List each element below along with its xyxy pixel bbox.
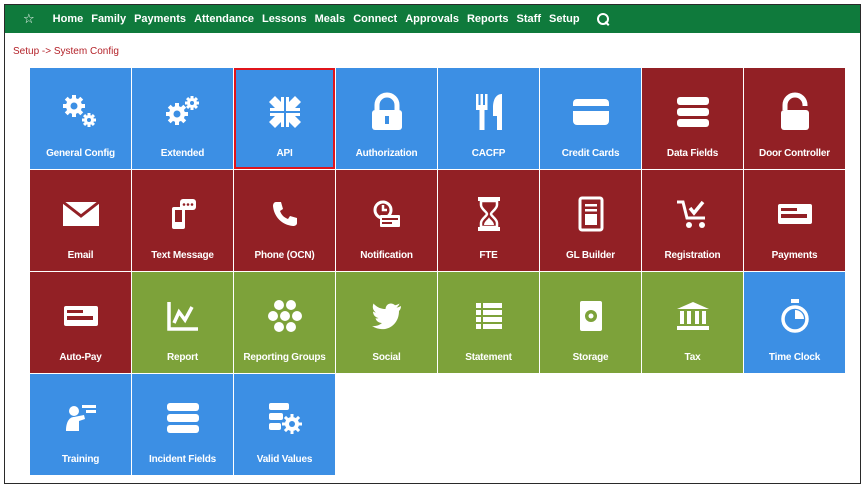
tile-label: Credit Cards — [561, 148, 620, 159]
config-tile-grid: General Config Extended API Authorizatio… — [30, 68, 845, 475]
tile-storage[interactable]: Storage — [540, 272, 641, 373]
tile-label: Registration — [664, 250, 721, 261]
utensils-icon — [459, 90, 519, 134]
tile-label: Social — [372, 352, 401, 363]
bars-icon — [153, 396, 213, 440]
tile-label: Door Controller — [759, 148, 830, 159]
tile-registration[interactable]: Registration — [642, 170, 743, 271]
notification-icon — [357, 192, 417, 236]
envelope-icon — [51, 192, 111, 236]
tile-social[interactable]: Social — [336, 272, 437, 373]
tile-label: General Config — [46, 148, 115, 159]
nav-setup[interactable]: Setup — [549, 13, 580, 25]
nav-reports[interactable]: Reports — [467, 13, 509, 25]
tile-label: Valid Values — [256, 454, 313, 465]
list-gear-icon — [255, 396, 315, 440]
tile-extended[interactable]: Extended — [132, 68, 233, 169]
stopwatch-icon — [765, 294, 825, 338]
tile-label: Notification — [360, 250, 413, 261]
gears-icon — [153, 90, 213, 134]
tile-label: Phone (OCN) — [254, 250, 315, 261]
tile-label: Reporting Groups — [243, 352, 326, 363]
tile-label: Time Clock — [768, 352, 821, 363]
tile-valid-values[interactable]: Valid Values — [234, 374, 335, 475]
tile-training[interactable]: Training — [30, 374, 131, 475]
lock-icon — [357, 90, 417, 134]
tile-incident-fields[interactable]: Incident Fields — [132, 374, 233, 475]
tile-label: Extended — [160, 148, 205, 159]
nav-home[interactable]: Home — [53, 13, 84, 25]
nav-approvals[interactable]: Approvals — [405, 13, 459, 25]
tile-label: API — [276, 148, 293, 159]
nav-connect[interactable]: Connect — [353, 13, 397, 25]
tile-label: Payments — [771, 250, 818, 261]
tile-tax[interactable]: Tax — [642, 272, 743, 373]
tile-label: Tax — [684, 352, 701, 363]
tile-label: Text Message — [151, 250, 214, 261]
tile-email[interactable]: Email — [30, 170, 131, 271]
tile-auto-pay[interactable]: Auto-Pay — [30, 272, 131, 373]
tile-label: Storage — [572, 352, 609, 363]
breadcrumb-text[interactable]: Setup -> System Config — [13, 46, 119, 57]
credit-card-icon — [561, 90, 621, 134]
bars-icon — [663, 90, 723, 134]
gears-icon — [51, 90, 111, 134]
tile-notification[interactable]: Notification — [336, 170, 437, 271]
compress-icon — [255, 90, 315, 134]
tile-text-message[interactable]: Text Message — [132, 170, 233, 271]
tile-data-fields[interactable]: Data Fields — [642, 68, 743, 169]
search-icon[interactable] — [596, 12, 610, 26]
twitter-icon — [357, 294, 417, 338]
tile-payments[interactable]: Payments — [744, 170, 845, 271]
tile-label: FTE — [479, 250, 498, 261]
trainer-icon — [51, 396, 111, 440]
tile-reporting-groups[interactable]: Reporting Groups — [234, 272, 335, 373]
nav-staff[interactable]: Staff — [517, 13, 541, 25]
unlock-icon — [765, 90, 825, 134]
hourglass-icon — [459, 192, 519, 236]
tile-label: Auto-Pay — [59, 352, 102, 363]
tile-general-config[interactable]: General Config — [30, 68, 131, 169]
hdd-icon — [561, 294, 621, 338]
hexagons-icon — [255, 294, 315, 338]
money-bill-icon — [765, 192, 825, 236]
tile-label: Data Fields — [666, 148, 719, 159]
tile-label: Incident Fields — [148, 454, 216, 465]
nav-payments[interactable]: Payments — [134, 13, 186, 25]
tile-label: Statement — [465, 352, 512, 363]
money-bill-icon — [51, 294, 111, 338]
tile-label: CACFP — [471, 148, 506, 159]
star-icon[interactable]: ☆ — [23, 12, 35, 27]
tile-label: Training — [61, 454, 100, 465]
cart-check-icon — [663, 192, 723, 236]
tile-api[interactable]: API — [234, 68, 335, 169]
tile-cacfp[interactable]: CACFP — [438, 68, 539, 169]
invoice-icon — [561, 192, 621, 236]
nav-family[interactable]: Family — [91, 13, 126, 25]
top-navbar: ☆ Home Family Payments Attendance Lesson… — [5, 5, 860, 33]
tile-label: Email — [67, 250, 94, 261]
tile-credit-cards[interactable]: Credit Cards — [540, 68, 641, 169]
tile-door-controller[interactable]: Door Controller — [744, 68, 845, 169]
tile-gl-builder[interactable]: GL Builder — [540, 170, 641, 271]
phone-icon — [255, 192, 315, 236]
tile-time-clock[interactable]: Time Clock — [744, 272, 845, 373]
tile-label: Authorization — [355, 148, 418, 159]
tile-phone-ocn[interactable]: Phone (OCN) — [234, 170, 335, 271]
tile-label: Report — [166, 352, 199, 363]
nav-meals[interactable]: Meals — [315, 13, 346, 25]
mobile-chat-icon — [153, 192, 213, 236]
nav-lessons[interactable]: Lessons — [262, 13, 307, 25]
line-chart-icon — [153, 294, 213, 338]
list-icon — [459, 294, 519, 338]
tile-report[interactable]: Report — [132, 272, 233, 373]
app-window: ☆ Home Family Payments Attendance Lesson… — [4, 4, 861, 484]
tile-label: GL Builder — [566, 250, 615, 261]
tile-fte[interactable]: FTE — [438, 170, 539, 271]
bank-icon — [663, 294, 723, 338]
breadcrumb: Setup -> System Config — [13, 46, 119, 57]
tile-statement[interactable]: Statement — [438, 272, 539, 373]
tile-authorization[interactable]: Authorization — [336, 68, 437, 169]
nav-attendance[interactable]: Attendance — [194, 13, 254, 25]
